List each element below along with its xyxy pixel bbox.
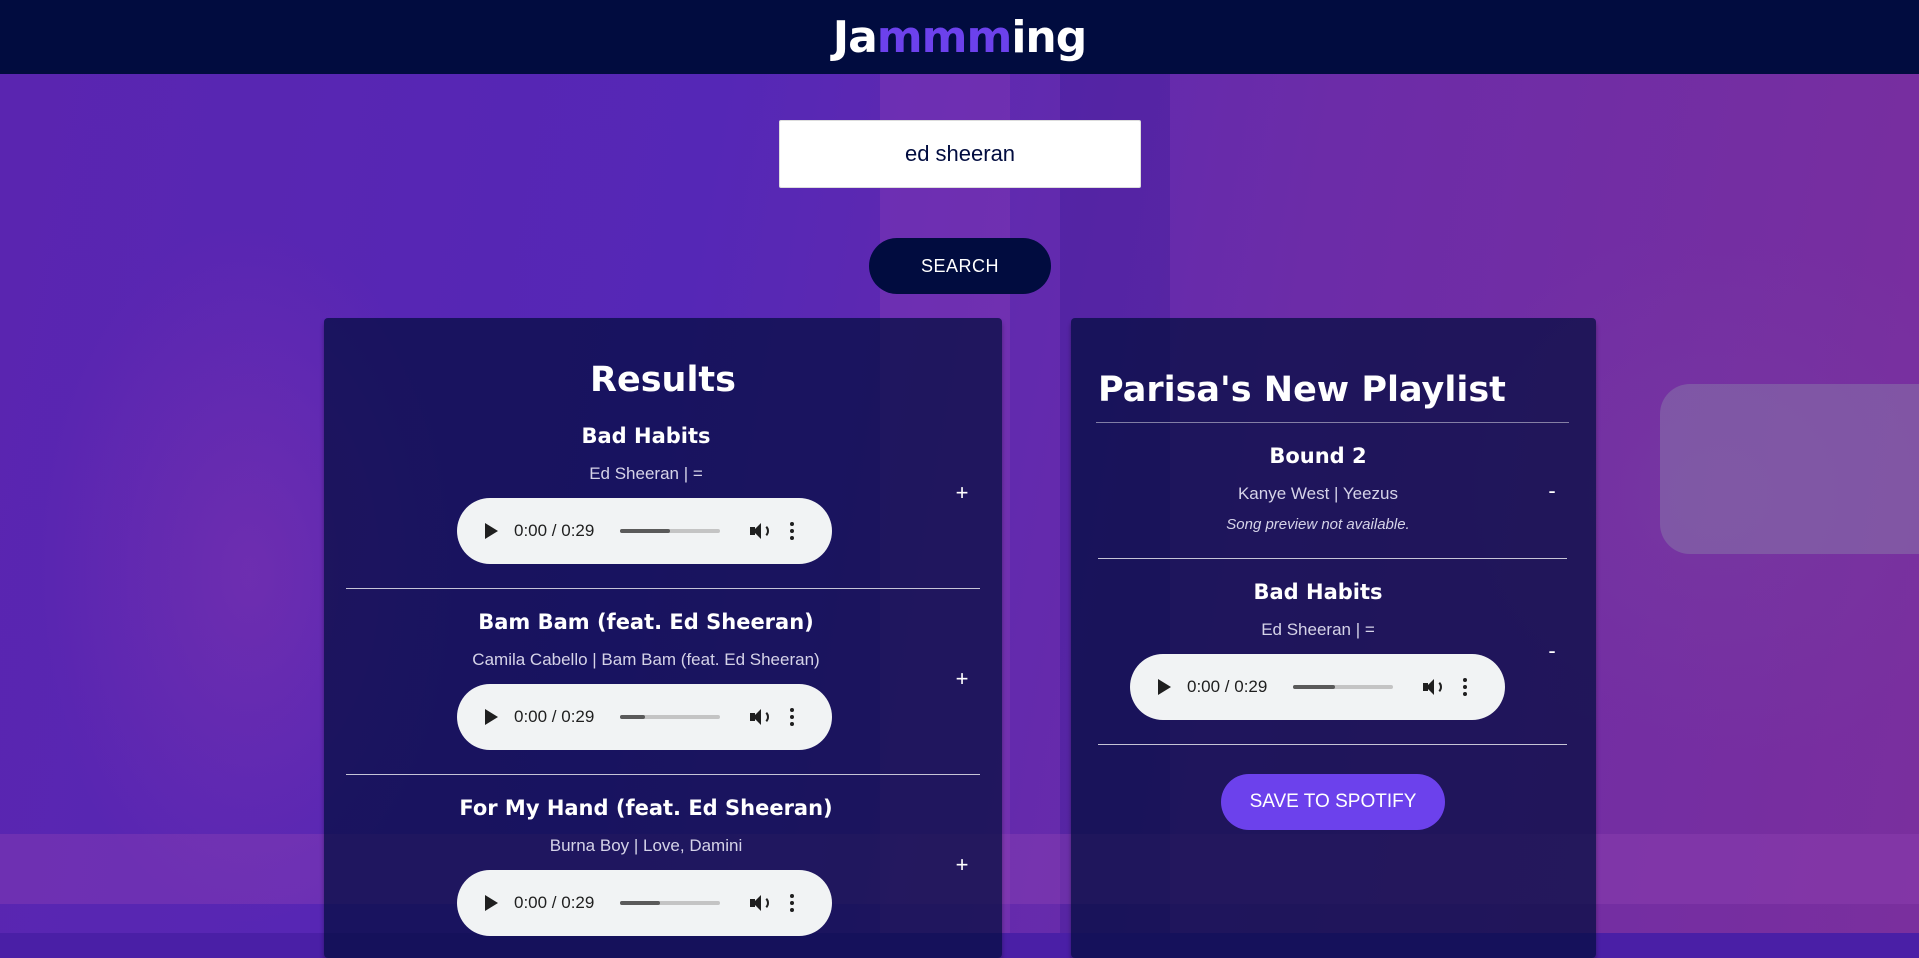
divider <box>346 774 980 775</box>
audio-player[interactable]: 0:00 / 0:29 <box>457 684 832 750</box>
divider <box>346 588 980 589</box>
progress-bar[interactable] <box>620 715 720 719</box>
player-time: 0:00 / 0:29 <box>514 707 595 726</box>
add-track-button[interactable]: + <box>950 480 974 506</box>
play-icon[interactable] <box>485 895 498 911</box>
track-meta: Burna Boy | Love, Damini <box>549 836 743 855</box>
track-name: Bound 2 <box>1269 444 1367 468</box>
track-meta: Ed Sheeran | = <box>1261 620 1375 639</box>
more-options-icon[interactable] <box>790 708 794 726</box>
track-name: For My Hand (feat. Ed Sheeran) <box>459 796 833 820</box>
audio-player[interactable]: 0:00 / 0:29 <box>1130 654 1505 720</box>
progress-bar[interactable] <box>620 529 720 533</box>
player-time: 0:00 / 0:29 <box>514 521 595 540</box>
track-meta: Ed Sheeran | = <box>589 464 703 483</box>
add-track-button[interactable]: + <box>950 852 974 878</box>
progress-bar[interactable] <box>620 901 720 905</box>
app-logo: Jammming <box>832 11 1088 63</box>
player-time: 0:00 / 0:29 <box>514 893 595 912</box>
more-options-icon[interactable] <box>790 894 794 912</box>
play-icon[interactable] <box>485 709 498 725</box>
volume-icon[interactable] <box>750 894 770 912</box>
play-icon[interactable] <box>1158 679 1171 695</box>
volume-icon[interactable] <box>750 708 770 726</box>
play-icon[interactable] <box>485 523 498 539</box>
preview-unavailable-note: Song preview not available. <box>1226 516 1410 533</box>
audio-player[interactable]: 0:00 / 0:29 <box>457 870 832 936</box>
volume-icon[interactable] <box>1423 678 1443 696</box>
remove-track-button[interactable]: - <box>1540 478 1564 504</box>
track-name: Bad Habits <box>581 424 711 448</box>
track-name: Bam Bam (feat. Ed Sheeran) <box>478 610 814 634</box>
app-header: Jammming <box>0 0 1919 74</box>
add-track-button[interactable]: + <box>950 666 974 692</box>
player-time: 0:00 / 0:29 <box>1187 677 1268 696</box>
volume-icon[interactable] <box>750 522 770 540</box>
divider <box>1098 558 1567 559</box>
results-panel: Results Bad Habits Ed Sheeran | = 0:00 /… <box>324 318 1002 958</box>
track-meta: Camila Cabello | Bam Bam (feat. Ed Sheer… <box>472 650 820 669</box>
progress-bar[interactable] <box>1293 685 1393 689</box>
search-input[interactable]: ed sheeran <box>779 120 1141 188</box>
track-meta: Kanye West | Yeezus <box>1237 484 1399 503</box>
divider <box>1098 744 1567 745</box>
playlist-name-underline <box>1096 422 1569 423</box>
audio-player[interactable]: 0:00 / 0:29 <box>457 498 832 564</box>
save-to-spotify-button[interactable]: SAVE TO SPOTIFY <box>1221 774 1445 830</box>
track-name: Bad Habits <box>1253 580 1383 604</box>
playlist-panel: Parisa's New Playlist Bound 2 Kanye West… <box>1071 318 1596 958</box>
results-title: Results <box>590 360 736 400</box>
remove-track-button[interactable]: - <box>1540 638 1564 664</box>
more-options-icon[interactable] <box>790 522 794 540</box>
playlist-name-input[interactable]: Parisa's New Playlist <box>1098 370 1506 410</box>
more-options-icon[interactable] <box>1463 678 1467 696</box>
search-button[interactable]: SEARCH <box>869 238 1051 294</box>
